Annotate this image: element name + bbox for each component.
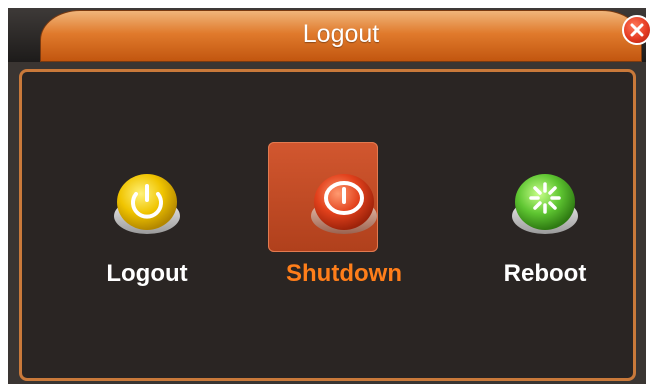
- logout-dialog: Logout Logout Shutdown Reboot: [0, 0, 654, 390]
- close-icon: [630, 23, 644, 37]
- logout-label: Logout: [106, 260, 188, 287]
- title-tab: Logout: [40, 10, 642, 62]
- power-icon: [311, 174, 377, 234]
- logout-button[interactable]: Logout: [72, 164, 222, 304]
- close-button[interactable]: [622, 15, 652, 45]
- reboot-label: Reboot: [503, 260, 587, 287]
- power-icon: [114, 174, 180, 234]
- reboot-button[interactable]: Reboot: [470, 164, 620, 304]
- reboot-icon: [512, 174, 578, 234]
- actions-panel: Logout Shutdown Reboot: [19, 69, 636, 381]
- dialog-title: Logout: [302, 20, 380, 48]
- shutdown-label: Shutdown: [286, 260, 402, 287]
- shutdown-button[interactable]: Shutdown: [269, 164, 419, 304]
